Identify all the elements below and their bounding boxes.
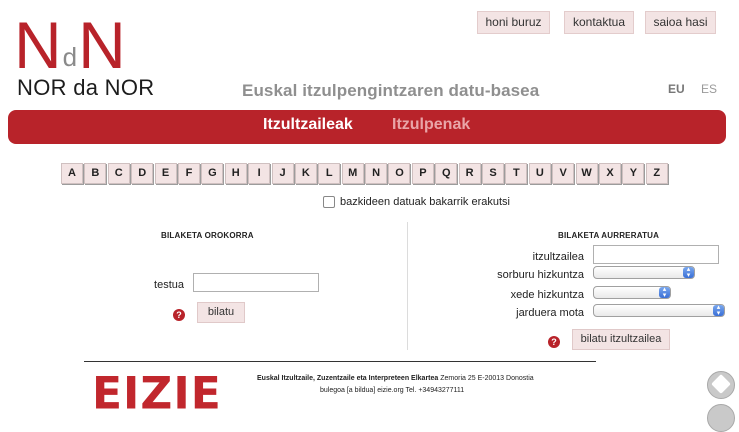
- basic-help-icon[interactable]: ?: [173, 309, 185, 321]
- target-language-label: xede hizkuntza: [510, 289, 584, 301]
- translator-input[interactable]: [593, 245, 719, 264]
- logo-letter-n-right: N: [78, 8, 126, 82]
- chevron-updown-icon: ▴ ▾: [713, 304, 724, 317]
- letter-v-button[interactable]: V: [552, 163, 575, 184]
- about-button[interactable]: honi buruz: [477, 11, 550, 34]
- source-language-select[interactable]: ▴ ▾: [593, 266, 695, 279]
- translator-label: itzultzailea: [532, 251, 584, 263]
- letter-u-button[interactable]: U: [528, 163, 551, 184]
- footer-divider: [84, 361, 596, 362]
- basic-search-title: BILAKETA OROKORRA: [161, 231, 254, 240]
- letter-w-button[interactable]: W: [575, 163, 598, 184]
- letter-t-button[interactable]: T: [505, 163, 528, 184]
- scroll-widget-icon-secondary[interactable]: [707, 404, 735, 432]
- alphabet-index: ABCDEFGHIJKLMNOPQRSTUVWXYZ: [61, 163, 668, 184]
- letter-k-button[interactable]: K: [294, 163, 317, 184]
- letter-n-button[interactable]: N: [365, 163, 388, 184]
- activity-type-label: jarduera mota: [516, 307, 584, 319]
- advanced-search-title: BILAKETA AURRERATUA: [558, 231, 660, 240]
- letter-j-button[interactable]: J: [271, 163, 294, 184]
- letter-l-button[interactable]: L: [318, 163, 341, 184]
- letter-r-button[interactable]: R: [458, 163, 481, 184]
- ndn-logo[interactable]: N d N: [14, 6, 126, 82]
- lang-es-link[interactable]: ES: [701, 82, 717, 96]
- letter-y-button[interactable]: Y: [622, 163, 645, 184]
- text-search-input[interactable]: [193, 273, 319, 292]
- search-button[interactable]: bilatu: [197, 302, 245, 323]
- letter-d-button[interactable]: D: [131, 163, 154, 184]
- main-nav-bar: [8, 110, 726, 144]
- scroll-widget-icon[interactable]: [707, 371, 735, 399]
- letter-c-button[interactable]: C: [107, 163, 130, 184]
- letter-g-button[interactable]: G: [201, 163, 224, 184]
- members-only-label: bazkideen datuak bakarrik erakutsi: [340, 196, 510, 208]
- source-language-label: sorburu hizkuntza: [497, 269, 584, 281]
- tab-translations[interactable]: Itzulpenak: [392, 116, 470, 134]
- advanced-help-icon[interactable]: ?: [548, 336, 560, 348]
- search-divider: [407, 222, 408, 350]
- logo-subtitle: NOR da NOR: [17, 75, 155, 100]
- letter-b-button[interactable]: B: [84, 163, 107, 184]
- login-button[interactable]: saioa hasi: [645, 11, 716, 34]
- letter-e-button[interactable]: E: [154, 163, 177, 184]
- footer-org-line: Euskal Itzultzaile, Zuzentzaile eta Inte…: [257, 375, 534, 382]
- site-tagline: Euskal itzulpengintzaren datu-basea: [242, 81, 540, 100]
- letter-x-button[interactable]: X: [598, 163, 621, 184]
- letter-s-button[interactable]: S: [482, 163, 505, 184]
- letter-o-button[interactable]: O: [388, 163, 411, 184]
- logo-letter-n-left: N: [14, 8, 62, 82]
- contact-button[interactable]: kontaktua: [564, 11, 634, 34]
- logo-letter-d: d: [62, 42, 78, 72]
- target-language-select[interactable]: ▴ ▾: [593, 286, 671, 299]
- letter-f-button[interactable]: F: [177, 163, 200, 184]
- footer-address: Zemoria 25 E-20013 Donostia: [440, 375, 534, 382]
- eizie-logo[interactable]: EIZIE: [92, 367, 222, 420]
- letter-q-button[interactable]: Q: [435, 163, 458, 184]
- text-label: testua: [154, 279, 184, 291]
- tab-translators[interactable]: Itzultzaileak: [263, 116, 353, 134]
- search-translator-button[interactable]: bilatu itzultzailea: [572, 329, 670, 350]
- members-only-checkbox[interactable]: [323, 196, 335, 208]
- letter-h-button[interactable]: H: [224, 163, 247, 184]
- chevron-updown-icon: ▴ ▾: [659, 286, 670, 299]
- footer-org-name: Euskal Itzultzaile, Zuzentzaile eta Inte…: [257, 375, 439, 382]
- eizie-logo-text: EIZIE: [92, 367, 222, 420]
- letter-a-button[interactable]: A: [61, 163, 83, 184]
- footer-contact: bulegoa [a bildua] eizie.org Tel. +34943…: [320, 387, 465, 394]
- activity-type-select[interactable]: ▴ ▾: [593, 304, 725, 317]
- letter-z-button[interactable]: Z: [645, 163, 668, 184]
- letter-m-button[interactable]: M: [341, 163, 364, 184]
- letter-i-button[interactable]: I: [248, 163, 271, 184]
- lang-eu-link[interactable]: EU: [668, 82, 685, 96]
- letter-p-button[interactable]: P: [411, 163, 434, 184]
- chevron-updown-icon: ▴ ▾: [683, 266, 694, 279]
